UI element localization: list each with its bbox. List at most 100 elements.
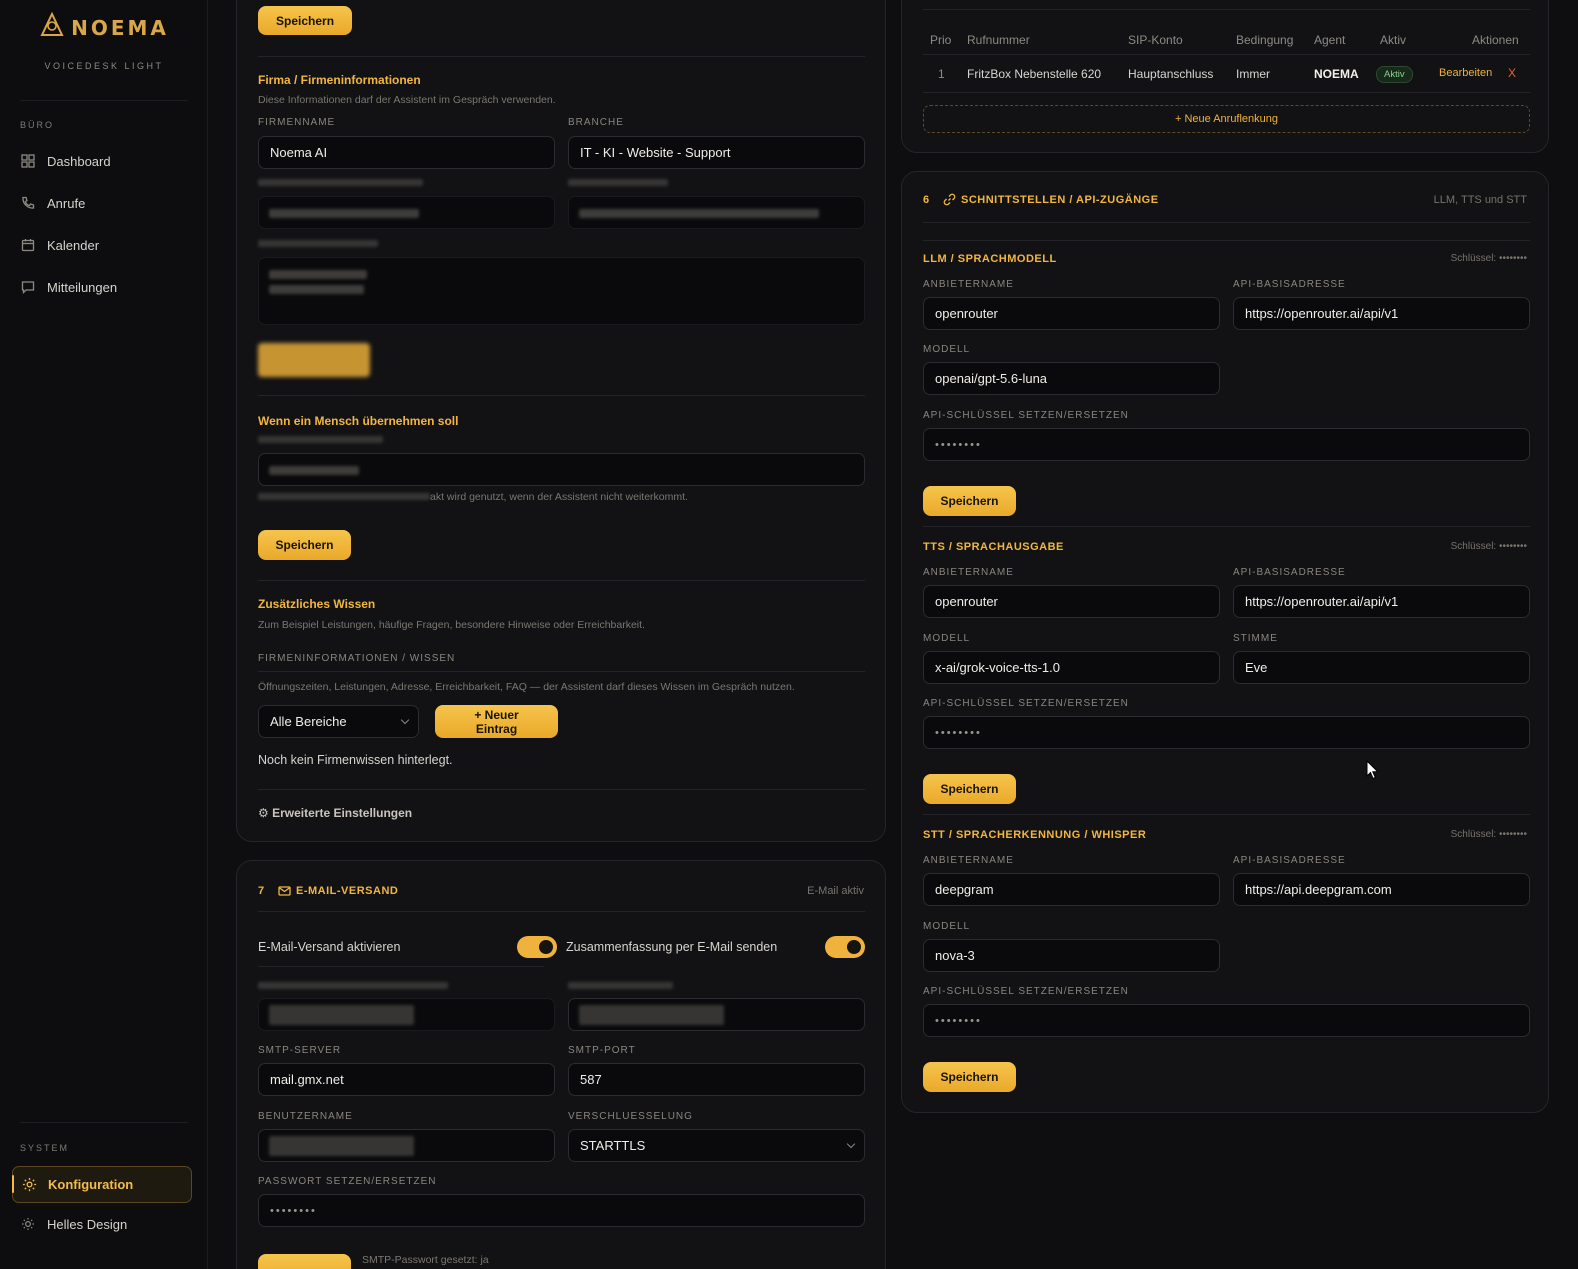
llm-provider-value: openrouter [935, 306, 998, 321]
email-card-number: 7 [258, 885, 265, 897]
redacted-value [269, 1005, 414, 1025]
stt-base-input[interactable]: https://api.deepgram.com [1233, 873, 1530, 906]
stt-key-value: •••••••• [935, 1014, 982, 1027]
company-section-title: Firma / Firmeninformationen [258, 73, 421, 87]
tts-save-button[interactable]: Speichern [923, 774, 1016, 804]
redacted-button[interactable] [258, 343, 370, 377]
firmname-input[interactable]: Noema AI [258, 136, 555, 169]
knowledge-empty-text: Noch kein Firmenwissen hinterlegt. [258, 753, 453, 767]
table-header: Bedingung [1236, 33, 1294, 47]
save-button[interactable]: Speichern [258, 6, 353, 35]
company-section-hint: Diese Informationen darf der Assistent i… [258, 94, 556, 106]
encryption-select[interactable]: STARTTLS [568, 1129, 865, 1162]
save-button[interactable] [258, 1254, 351, 1269]
username-input[interactable] [258, 1129, 555, 1162]
email-card-title: E-MAIL-VERSAND [296, 885, 399, 897]
branch-input[interactable]: IT - KI - Website - Support [568, 136, 865, 169]
brand-name: NOEMA [71, 15, 169, 40]
brand-subtitle: VOICEDESK LIGHT [44, 61, 164, 71]
brand-logo[interactable]: NOEMA VOICEDESK LIGHT [0, 11, 208, 71]
stt-key-note: Schlüssel: •••••••• [1450, 829, 1527, 840]
api-card-number: 6 [923, 194, 930, 206]
redacted-label [258, 179, 423, 186]
llm-save-button[interactable]: Speichern [923, 486, 1016, 516]
knowledge-filter-select[interactable]: Alle Bereiche [258, 705, 419, 738]
stt-provider-input[interactable]: deepgram [923, 873, 1220, 906]
table-header: Rufnummer [967, 33, 1030, 47]
stt-save-button[interactable]: Speichern [923, 1062, 1016, 1092]
email-enable-toggle[interactable] [517, 936, 557, 958]
new-route-button[interactable]: + Neue Anruflenkung [923, 105, 1530, 133]
redacted-input[interactable] [568, 998, 865, 1031]
sidebar-item-light-design[interactable]: Helles Design [12, 1206, 192, 1242]
sidebar-item-label: Mitteilungen [47, 279, 118, 295]
smtp-server-input[interactable]: mail.gmx.net [258, 1063, 555, 1096]
llm-section-title: LLM / SPRACHMODELL [923, 253, 1057, 265]
new-entry-button[interactable]: + Neuer Eintrag [435, 705, 558, 738]
tts-voice-label: STIMME [1233, 633, 1278, 644]
redacted-input[interactable] [258, 998, 555, 1031]
password-input[interactable]: •••••••• [258, 1194, 865, 1227]
username-label: BENUTZERNAME [258, 1111, 353, 1122]
llm-key-input[interactable]: •••••••• [923, 428, 1530, 461]
save-button[interactable]: Speichern [258, 530, 351, 560]
divider [923, 526, 1530, 527]
stt-provider-label: ANBIETERNAME [923, 855, 1014, 866]
knowledge-sub-hint: Öffnungszeiten, Leistungen, Adresse, Err… [258, 681, 795, 693]
edit-link[interactable]: Bearbeiten [1439, 67, 1492, 79]
sidebar-item-calls[interactable]: Anrufe [12, 185, 192, 221]
llm-model-value: openai/gpt-5.6-luna [935, 371, 1048, 386]
sidebar-item-configuration[interactable]: Konfiguration [12, 1166, 192, 1203]
delete-button[interactable]: X [1508, 66, 1516, 80]
api-card-meta: LLM, TTS und STT [1433, 194, 1527, 206]
llm-model-input[interactable]: openai/gpt-5.6-luna [923, 362, 1220, 395]
tts-voice-input[interactable]: Eve [1233, 651, 1530, 684]
redacted-label [258, 982, 448, 989]
redacted-label [568, 982, 673, 989]
stt-model-input[interactable]: nova-3 [923, 939, 1220, 972]
divider [923, 814, 1530, 815]
redacted-value [269, 466, 359, 475]
smtp-port-value: 587 [580, 1072, 602, 1087]
email-status: E-Mail aktiv [807, 885, 864, 897]
tts-provider-input[interactable]: openrouter [923, 585, 1220, 618]
password-value: •••••••• [270, 1204, 317, 1217]
app-root: NOEMA VOICEDESK LIGHT BÜRO Dashboard Anr… [0, 0, 1578, 1269]
llm-key-value: •••••••• [935, 438, 982, 451]
phone-icon [20, 195, 36, 211]
sidebar-item-dashboard[interactable]: Dashboard [12, 143, 192, 179]
human-section-title: Wenn ein Mensch übernehmen soll [258, 414, 459, 428]
table-header: Aktionen [1472, 33, 1519, 47]
advanced-settings-toggle[interactable]: ⚙ Erweiterte Einstellungen [258, 806, 412, 820]
sidebar-item-messages[interactable]: Mitteilungen [12, 269, 192, 305]
redacted-input[interactable] [258, 453, 865, 486]
redacted-value [269, 1136, 414, 1156]
sidebar-item-label: Dashboard [47, 153, 111, 169]
mouse-cursor-icon [1366, 759, 1380, 785]
row-agent: NOEMA [1314, 67, 1359, 81]
redacted-value [579, 209, 819, 218]
llm-provider-input[interactable]: openrouter [923, 297, 1220, 330]
firmname-value: Noema AI [270, 145, 328, 160]
sidebar-group-office: BÜRO [20, 120, 55, 130]
row-number: FritzBox Nebenstelle 620 [967, 67, 1102, 81]
tts-base-input[interactable]: https://openrouter.ai/api/v1 [1233, 585, 1530, 618]
sidebar-item-calendar[interactable]: Kalender [12, 227, 192, 263]
redacted-input[interactable] [568, 196, 865, 229]
firmname-label: FIRMENNAME [258, 117, 336, 128]
table-header: Agent [1314, 33, 1346, 47]
tts-section-title: TTS / SPRACHAUSGABE [923, 541, 1064, 553]
divider [258, 395, 865, 396]
redacted-textarea[interactable] [258, 257, 865, 325]
stt-key-input[interactable]: •••••••• [923, 1004, 1530, 1037]
tts-key-input[interactable]: •••••••• [923, 716, 1530, 749]
smtp-port-input[interactable]: 587 [568, 1063, 865, 1096]
llm-base-input[interactable]: https://openrouter.ai/api/v1 [1233, 297, 1530, 330]
sidebar-divider [20, 1122, 188, 1123]
redacted-input[interactable] [258, 196, 555, 229]
redacted-label [258, 240, 378, 247]
email-summary-toggle[interactable] [825, 936, 865, 958]
logo-mark-icon [39, 11, 65, 43]
gear-icon [21, 1177, 37, 1193]
tts-model-input[interactable]: x-ai/grok-voice-tts-1.0 [923, 651, 1220, 684]
